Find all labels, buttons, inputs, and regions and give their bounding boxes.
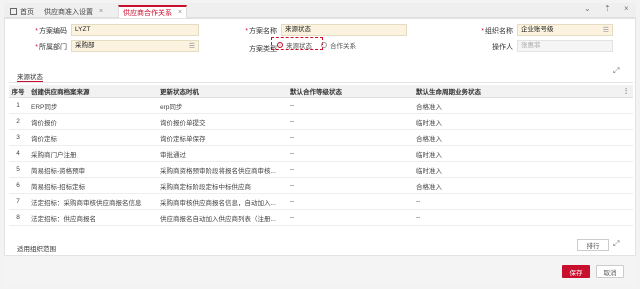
chevron-down-icon[interactable]: ⌄ (584, 4, 591, 13)
table-cell: 供应商报名自动加入供应商列表（注册... (160, 215, 276, 223)
table-cell: 合格准入 (416, 135, 442, 143)
tab-label: 首页 (20, 8, 34, 16)
table-cell: 采购商门户注册 (31, 151, 77, 159)
table-cell: 7 (16, 198, 20, 205)
tab-label: 供应商合作关系 (123, 9, 172, 17)
expand-icon[interactable]: ⤢ (613, 239, 619, 249)
table-cell: -- (290, 182, 295, 189)
plan-code-field[interactable]: LYZT (71, 24, 199, 36)
tab-home[interactable]: 首页 (6, 5, 38, 18)
table-cell: 临时准入 (416, 167, 442, 175)
tab-supplier-cooperation[interactable]: 供应商合作关系 × (118, 5, 188, 18)
table-cell: -- (290, 134, 295, 141)
operator-field[interactable]: 张惠菲 (517, 40, 613, 52)
table-row[interactable]: 3 询价定标 询价定标单保存 -- 合格准入 (9, 130, 633, 146)
table-row[interactable]: 1 ERP同步 erp同步 -- 合格准入 (9, 98, 633, 114)
org-name-label: *组织名称 (481, 28, 513, 35)
table-cell: 简易招标-资格预审 (31, 167, 86, 175)
column-header: 默认合作等级状态 (290, 89, 342, 96)
table-cell: 询价定标单保存 (160, 135, 206, 143)
divider (9, 82, 633, 83)
table-cell: ERP同步 (31, 103, 58, 111)
table-cell: 询价报价 (31, 119, 57, 127)
radio-label: 合作关系 (330, 43, 356, 50)
column-header: 默认生命周期业务状态 (416, 89, 481, 96)
plan-code-label: *方案编码 (35, 28, 67, 35)
expand-icon[interactable]: ⤢ (613, 66, 619, 76)
radio-label: 来源状态 (286, 43, 312, 50)
main-panel: *方案编码 LYZT *方案名称 来源状态 *组织名称 企业账号级 ☰ *所属部门… (4, 18, 636, 286)
table-cell: -- (290, 198, 295, 205)
column-header: 更新状态时机 (160, 89, 199, 96)
tab-label: 供应商准入设置 (44, 8, 93, 16)
table-cell: 4 (16, 150, 20, 157)
table-cell: -- (290, 214, 295, 221)
table-cell: 临时准入 (416, 151, 442, 159)
table-cell: 采购商审核供应商报名信息，自动加入... (160, 199, 276, 207)
cancel-button[interactable]: 取消 (596, 265, 624, 278)
table-cell: -- (290, 118, 295, 125)
close-icon[interactable]: × (99, 8, 103, 15)
table-cell: 3 (16, 134, 20, 141)
close-icon[interactable]: × (178, 9, 182, 16)
table-cell: 询价定标 (31, 135, 57, 143)
table-cell: 6 (16, 182, 20, 189)
table-cell: 法定招标：供应商报名 (31, 215, 96, 223)
table-row[interactable]: 7 法定招标：采购商审核供应商报名信息 采购商审核供应商报名信息，自动加入... --… (9, 194, 633, 210)
table-cell: 采购商定标阶段定标中标供应商 (160, 183, 251, 191)
radio-cooperation[interactable] (321, 42, 327, 48)
table-row[interactable]: 2 询价报价 询价报价单提交 -- 临时准入 (9, 114, 633, 130)
upload-icon[interactable]: ⇡ (604, 4, 611, 13)
column-header: 序号 (11, 89, 25, 96)
table-cell: -- (416, 214, 421, 221)
column-settings-icon[interactable]: ⫶ (625, 87, 627, 97)
tab-bar: 首页 供应商准入设置 × 供应商合作关系 × ⌄ ⇡ × (4, 3, 636, 18)
table-cell: 5 (16, 166, 20, 173)
table-cell: 采购商资格预审阶段将报名供应商审核... (160, 167, 276, 175)
table-row[interactable]: 6 简易招标-招标定标 采购商定标阶段定标中标供应商 -- 合格准入 (9, 178, 633, 194)
table-cell: 8 (16, 214, 20, 221)
list-icon: ☰ (188, 43, 195, 50)
radio-source-status[interactable] (277, 42, 283, 48)
plan-type-radio-group: 来源状态 合作关系 (277, 40, 356, 50)
table-cell: 2 (16, 118, 20, 125)
table-cell: -- (290, 150, 295, 157)
sort-button[interactable]: 排行 (577, 239, 609, 251)
tab-supplier-access-settings[interactable]: 供应商准入设置 × (40, 5, 107, 18)
dept-label: *所属部门 (35, 44, 67, 51)
table-cell: -- (290, 102, 295, 109)
plan-type-label: 方案类型 (249, 46, 277, 53)
table-cell: 审批通过 (160, 151, 186, 159)
footer-bar (4, 255, 636, 286)
table-row[interactable]: 8 法定招标：供应商报名 供应商报名自动加入供应商列表（注册... -- -- (9, 210, 633, 226)
plan-name-label: *方案名称 (245, 28, 277, 35)
list-icon: ☰ (602, 27, 609, 34)
table-row[interactable]: 4 采购商门户注册 审批通过 -- 临时准入 (9, 146, 633, 162)
column-header: 创建供应商档案来源 (31, 89, 90, 96)
table-header: 序号 创建供应商档案来源 更新状态时机 默认合作等级状态 默认生命周期业务状态 … (9, 85, 633, 98)
table-cell: erp同步 (160, 103, 183, 111)
table-cell: 1 (16, 102, 20, 109)
table-cell: 询价报价单提交 (160, 119, 206, 127)
app-window: 首页 供应商准入设置 × 供应商合作关系 × ⌄ ⇡ × *方案编码 LYZT … (0, 0, 640, 289)
save-button[interactable]: 保存 (562, 265, 590, 278)
plan-name-field[interactable]: 来源状态 (281, 24, 407, 36)
org-name-field[interactable]: 企业账号级 ☰ (517, 24, 613, 36)
subsection-title: 适用组织范围 (17, 246, 56, 253)
section-title: 来源状态 (17, 74, 43, 81)
table-cell: 合格准入 (416, 183, 442, 191)
operator-label: 操作人 (492, 44, 513, 51)
close-icon[interactable]: × (624, 4, 629, 13)
table-cell: 临时准入 (416, 119, 442, 127)
table-cell: -- (290, 166, 295, 173)
table-cell: 法定招标：采购商审核供应商报名信息 (31, 199, 142, 207)
table-cell: 简易招标-招标定标 (31, 183, 86, 191)
table-cell: 合格准入 (416, 103, 442, 111)
table-cell: -- (416, 198, 421, 205)
home-icon (10, 8, 17, 15)
dept-field[interactable]: 采购部 ☰ (71, 40, 199, 52)
table-row[interactable]: 5 简易招标-资格预审 采购商资格预审阶段将报名供应商审核... -- 临时准入 (9, 162, 633, 178)
